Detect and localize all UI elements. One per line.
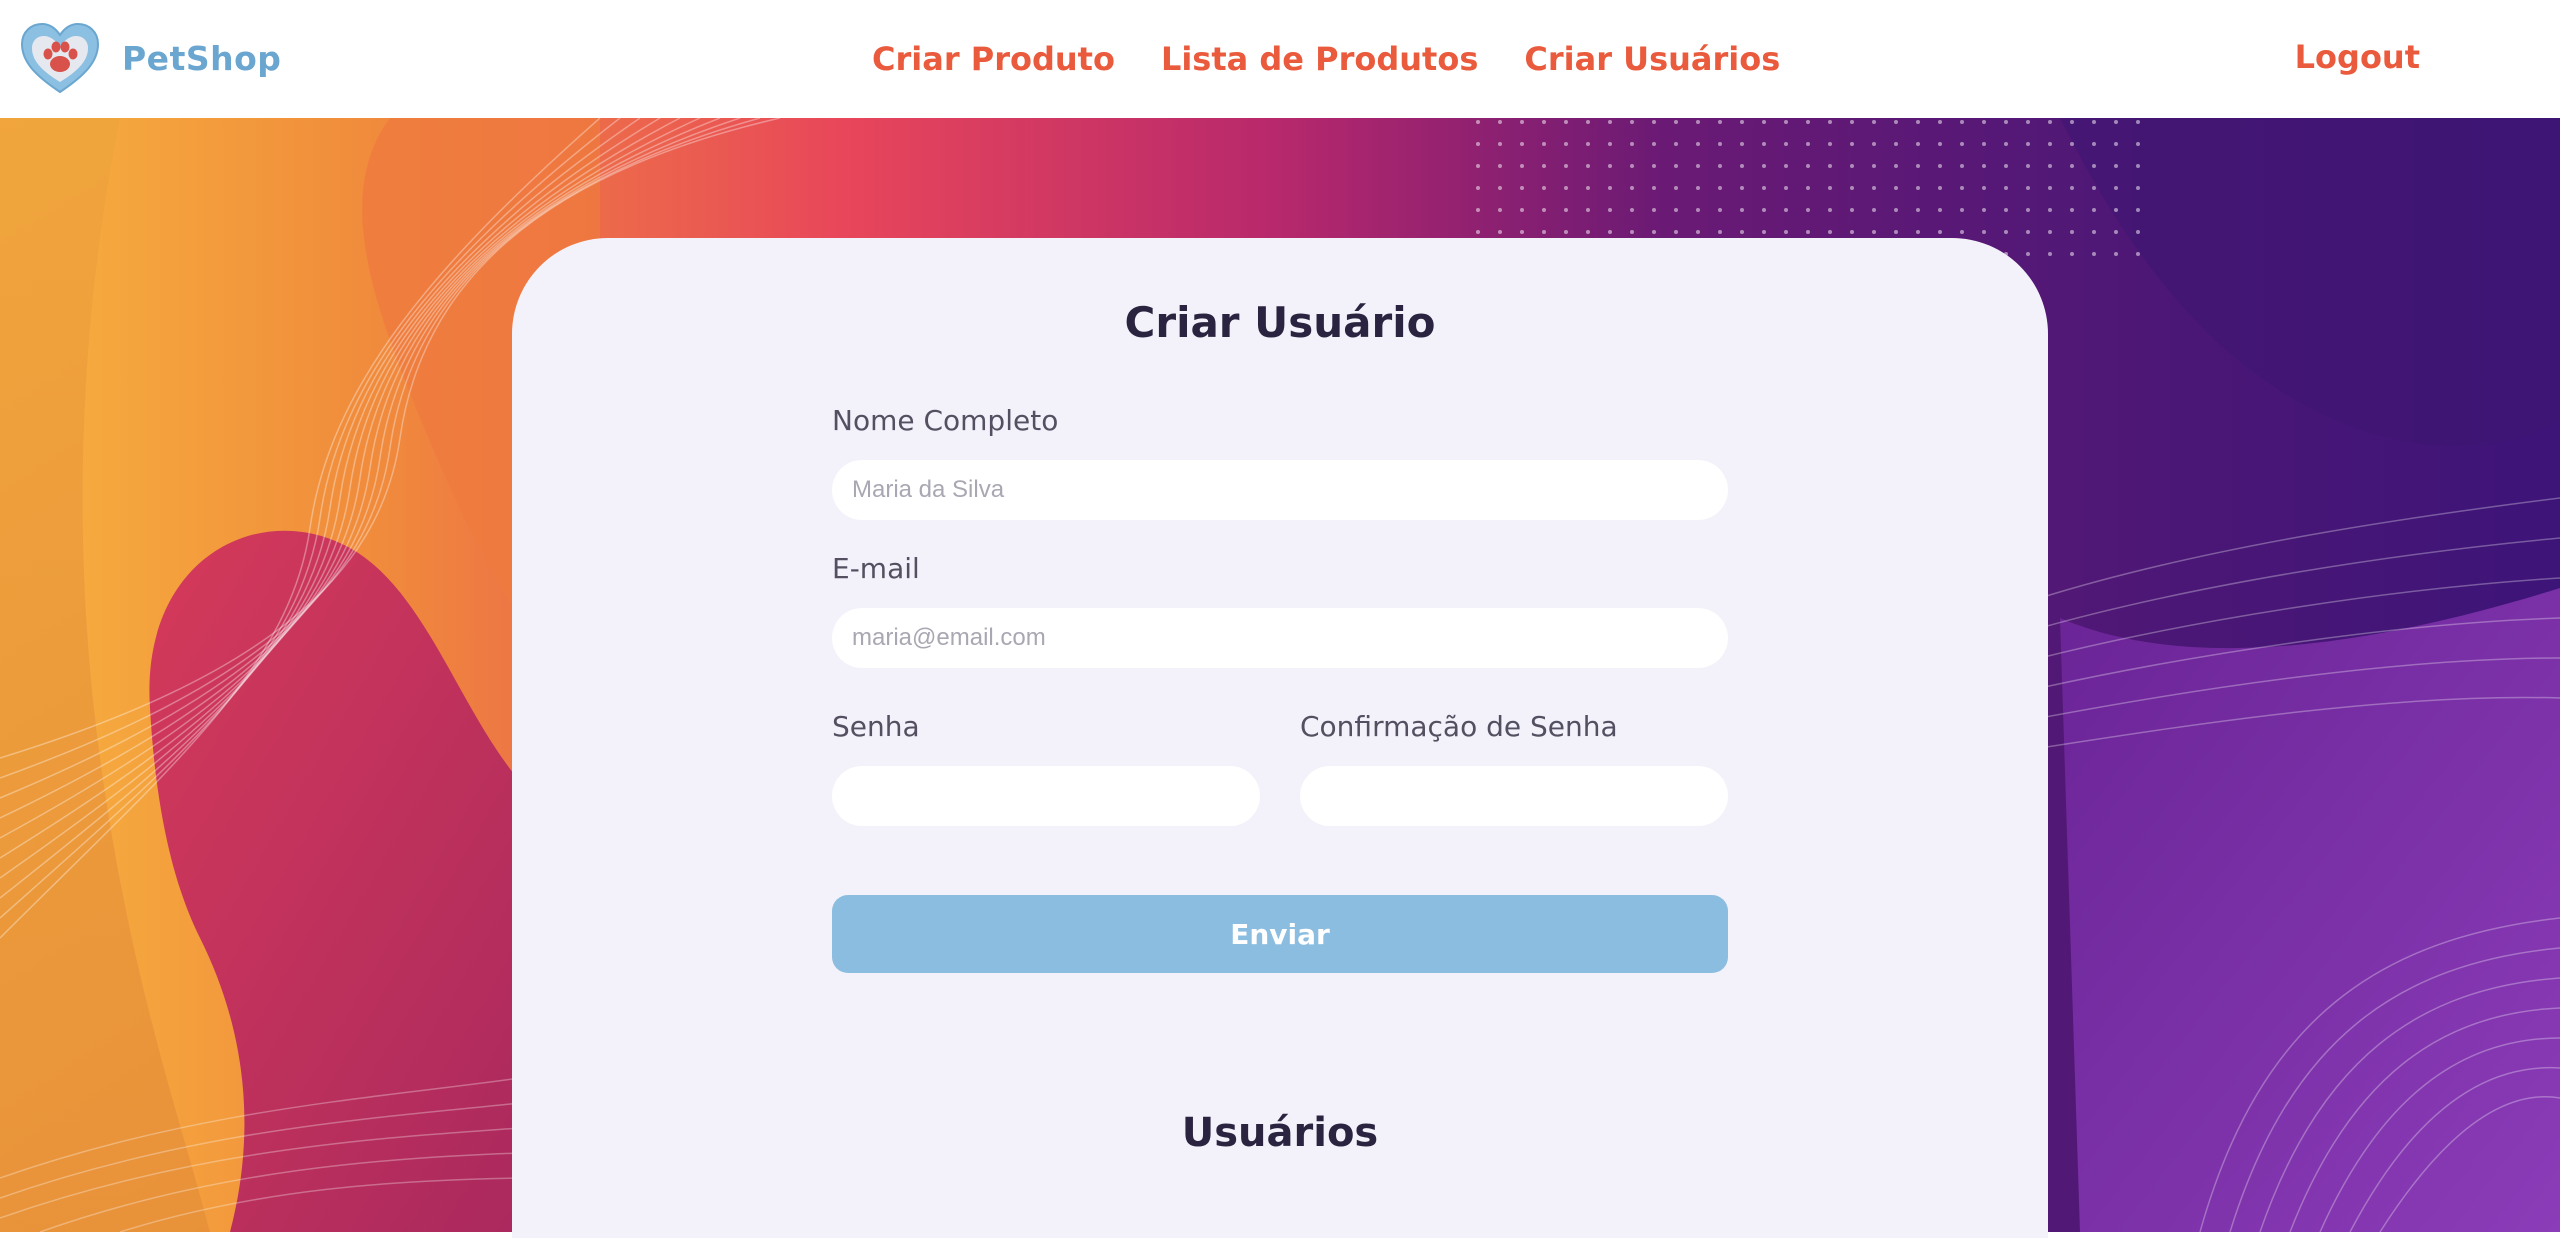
nav-criar-produto[interactable]: Criar Produto <box>872 40 1115 78</box>
main-nav: Criar Produto Lista de Produtos Criar Us… <box>872 0 1780 118</box>
email-label: E-mail <box>832 552 920 585</box>
name-input[interactable] <box>832 460 1728 520</box>
heart-paw-logo-icon <box>20 22 100 94</box>
password-confirm-input[interactable] <box>1300 766 1728 826</box>
form-title: Criar Usuário <box>1124 298 1436 347</box>
password-input[interactable] <box>832 766 1260 826</box>
name-label: Nome Completo <box>832 404 1059 437</box>
email-input[interactable] <box>832 608 1728 668</box>
password-confirm-label: Confirmação de Senha <box>1300 710 1618 743</box>
brand[interactable]: PetShop <box>18 20 281 96</box>
nav-lista-produtos[interactable]: Lista de Produtos <box>1161 40 1478 78</box>
submit-button[interactable]: Enviar <box>832 895 1728 973</box>
users-section-title: Usuários <box>1181 1110 1379 1156</box>
brand-name: PetShop <box>122 38 282 78</box>
password-label: Senha <box>832 710 920 743</box>
top-navbar: PetShop Criar Produto Lista de Produtos … <box>0 0 2560 118</box>
create-user-card: Criar Usuário Nome Completo E-mail Senha… <box>512 238 2048 1238</box>
nav-criar-usuarios[interactable]: Criar Usuários <box>1524 40 1780 78</box>
logout-link[interactable]: Logout <box>2295 38 2420 76</box>
